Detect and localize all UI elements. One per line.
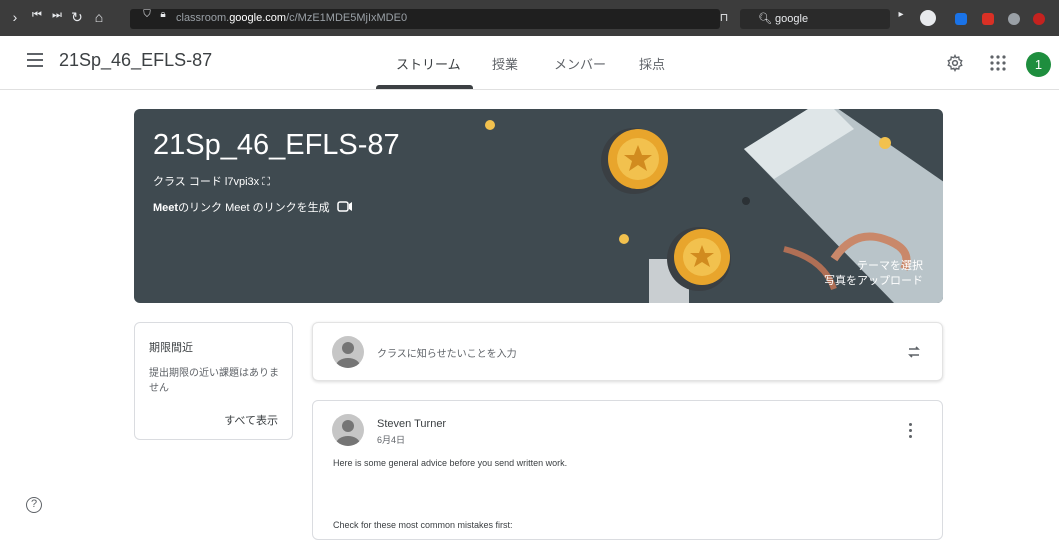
hamburger-menu-icon[interactable] <box>27 53 43 67</box>
profile-icon[interactable] <box>920 10 936 26</box>
play-icon[interactable]: ▸ <box>892 9 910 20</box>
active-tab-indicator <box>376 85 473 89</box>
banner-actions: テーマを選択 写真をアップロード <box>824 259 923 289</box>
upcoming-empty-text: 提出期限の近い課題はありません <box>149 368 279 394</box>
person-icon <box>336 420 360 446</box>
tab-members[interactable]: メンバー <box>554 54 606 73</box>
tab-classwork[interactable]: 授業 <box>492 54 518 73</box>
author-avatar <box>332 414 364 446</box>
class-banner: 21Sp_46_EFLS-87 クラス コード l7vpi3x ⛶ Meetのリ… <box>134 109 943 303</box>
extension-blue-icon[interactable] <box>955 13 967 25</box>
extension-red-icon[interactable] <box>982 13 994 25</box>
tab-stream[interactable]: ストリーム <box>396 54 461 73</box>
tab-grades[interactable]: 採点 <box>639 54 665 73</box>
class-title[interactable]: 21Sp_46_EFLS-87 <box>59 50 212 71</box>
announce-placeholder[interactable]: クラスに知らせたいことを入力 <box>377 345 517 360</box>
browser-search-text: 🔍︎ google <box>758 13 809 25</box>
person-icon <box>336 342 360 368</box>
post-card: Steven Turner 6月4日 Here is some general … <box>312 400 943 540</box>
url-text: classroom.google.com/c/MzE1MDE5MjIxMDE0 <box>176 12 408 24</box>
help-icon[interactable]: ? <box>26 497 42 513</box>
class-code-row: クラス コード l7vpi3x ⛶ <box>153 173 270 189</box>
lock-icon[interactable]: 🔒︎ <box>154 9 172 20</box>
upload-photo-link[interactable]: 写真をアップロード <box>824 274 923 289</box>
reload-icon[interactable]: ↻ <box>68 9 86 26</box>
gear-icon[interactable] <box>946 54 964 72</box>
select-theme-link[interactable]: テーマを選択 <box>824 259 923 274</box>
app-bar: 21Sp_46_EFLS-87 ストリーム 授業 メンバー 採点 1 <box>0 36 1059 90</box>
meet-link-text: のリンク <box>178 202 223 214</box>
user-avatar <box>332 336 364 368</box>
extension-record-icon[interactable] <box>1033 13 1045 25</box>
class-code-value: l7vpi3x <box>224 176 260 188</box>
meet-row: Meetのリンク Meet のリンクを生成 <box>153 199 353 215</box>
more-options-icon[interactable] <box>908 423 914 439</box>
meet-generate-link[interactable]: Meet のリンクを生成 <box>225 202 330 214</box>
skip-back-icon[interactable]: ⏮ <box>28 9 46 22</box>
banner-class-title: 21Sp_46_EFLS-87 <box>153 129 400 161</box>
bookmark-icon[interactable]: ⊓ <box>715 11 733 24</box>
browser-toolbar: › ⏮ ⏭ ↻ ⌂ ⛉ 🔒︎ classroom.google.com/c/Mz… <box>0 0 1059 36</box>
repost-icon[interactable] <box>906 344 922 360</box>
video-camera-icon[interactable] <box>336 201 353 212</box>
skip-forward-icon[interactable]: ⏭ <box>48 9 66 22</box>
post-author: Steven Turner <box>377 418 447 430</box>
account-avatar[interactable]: 1 <box>1026 52 1051 77</box>
meet-label: Meet <box>153 202 179 214</box>
post-text-line: Here is some general advice before you s… <box>333 458 568 468</box>
post-date: 6月4日 <box>377 435 406 445</box>
view-all-link[interactable]: すべて表示 <box>224 412 278 428</box>
announce-box[interactable]: クラスに知らせたいことを入力 <box>312 322 943 381</box>
upcoming-title: 期限間近 <box>149 342 193 354</box>
fullscreen-icon[interactable]: ⛶ <box>262 176 270 188</box>
chevron-right-icon[interactable]: › <box>6 9 24 25</box>
apps-grid-icon[interactable] <box>990 55 1006 71</box>
class-code-label: クラス コード <box>153 176 222 188</box>
upcoming-card: 期限間近 提出期限の近い課題はありません すべて表示 <box>134 322 293 440</box>
home-icon[interactable]: ⌂ <box>90 9 108 25</box>
extension-gray-icon[interactable] <box>1008 13 1020 25</box>
